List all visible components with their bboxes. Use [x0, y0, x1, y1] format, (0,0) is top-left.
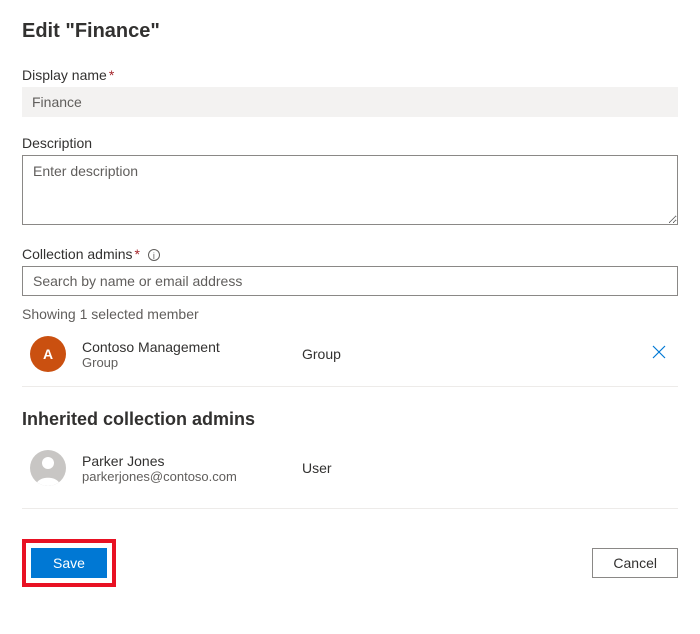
close-icon — [652, 345, 666, 359]
page-title: Edit "Finance" — [22, 20, 678, 43]
display-name-label-text: Display name — [22, 67, 107, 83]
member-name: Contoso Management — [82, 339, 302, 355]
member-name-col: Parker Jones parkerjones@contoso.com — [82, 453, 302, 484]
member-name-col: Contoso Management Group — [82, 339, 302, 370]
cancel-button[interactable]: Cancel — [592, 548, 678, 578]
person-icon — [30, 450, 66, 486]
display-name-label: Display name* — [22, 67, 678, 83]
table-row: A Contoso Management Group Group — [22, 322, 678, 387]
member-type: Group — [302, 346, 638, 362]
required-asterisk: * — [109, 67, 114, 83]
table-row: Parker Jones parkerjones@contoso.com Use… — [22, 436, 678, 500]
footer-bar: Save Cancel — [22, 539, 678, 587]
highlight-box: Save — [22, 539, 116, 587]
avatar: A — [30, 336, 66, 372]
collection-admins-label: Collection admins* i — [22, 246, 678, 262]
member-subtext: Group — [82, 355, 302, 370]
member-subtext: parkerjones@contoso.com — [82, 469, 302, 484]
avatar — [30, 450, 66, 486]
member-type: User — [302, 460, 638, 476]
remove-member-button[interactable] — [648, 341, 670, 368]
inherited-admins-heading: Inherited collection admins — [22, 409, 678, 430]
save-button[interactable]: Save — [31, 548, 107, 578]
admins-search-input[interactable] — [22, 266, 678, 296]
display-name-field: Display name* Finance — [22, 67, 678, 117]
description-field: Description — [22, 135, 678, 228]
divider — [22, 508, 678, 509]
description-label: Description — [22, 135, 678, 151]
required-asterisk: * — [135, 246, 140, 262]
display-name-input[interactable]: Finance — [22, 87, 678, 117]
member-name: Parker Jones — [82, 453, 302, 469]
info-icon[interactable]: i — [148, 249, 160, 261]
collection-admins-label-text: Collection admins — [22, 246, 133, 262]
showing-count-text: Showing 1 selected member — [22, 306, 678, 322]
description-textarea[interactable] — [22, 155, 678, 225]
collection-admins-field: Collection admins* i Showing 1 selected … — [22, 246, 678, 387]
